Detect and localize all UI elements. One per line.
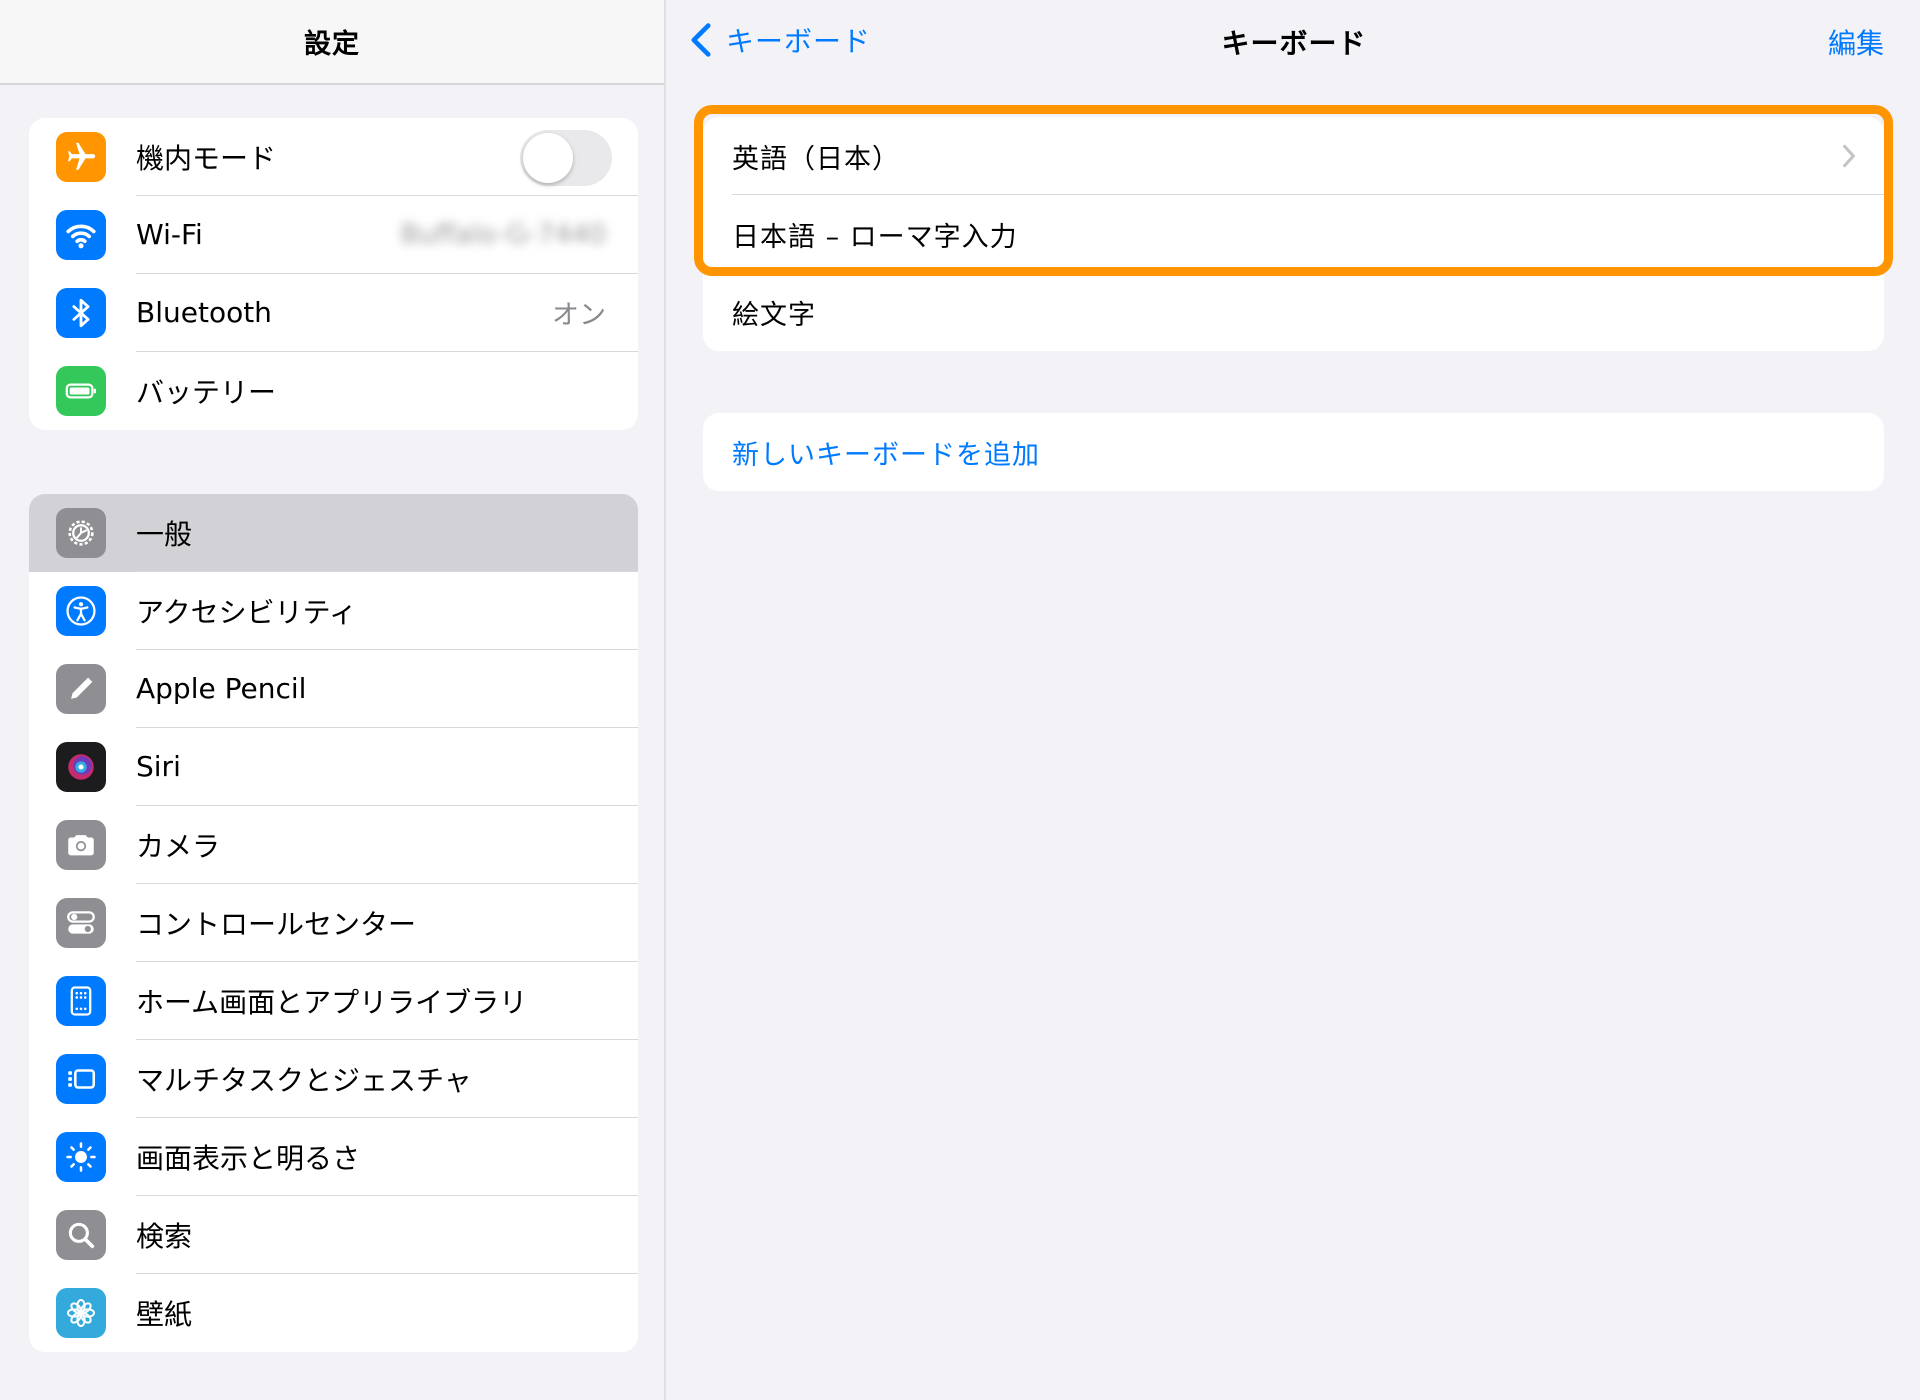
keyboards-list: 英語（日本） 日本語 – ローマ字入力 絵文字 xyxy=(703,117,1884,351)
sidebar-item-label: 機内モード xyxy=(136,141,277,175)
sidebar-item-home-screen[interactable]: ホーム画面とアプリライブラリ xyxy=(29,962,638,1040)
sidebar-item-label: バッテリー xyxy=(136,376,277,409)
home-screen-icon xyxy=(56,976,106,1026)
edit-button[interactable]: 編集 xyxy=(1828,22,1884,62)
wifi-network-name: Buffalo-G-7440 xyxy=(400,219,606,250)
sidebar-header: 設定 xyxy=(0,0,664,85)
add-keyboard-label: 新しいキーボードを追加 xyxy=(732,439,1040,471)
bluetooth-status: オン xyxy=(552,300,606,331)
keyboard-item-japanese-romaji[interactable]: 日本語 – ローマ字入力 xyxy=(703,195,1884,273)
brightness-icon xyxy=(56,1132,106,1182)
sidebar-item-control-center[interactable]: コントロールセンター xyxy=(29,884,638,962)
wallpaper-icon xyxy=(56,1288,106,1338)
bluetooth-icon xyxy=(56,288,106,338)
keyboard-item-label: 絵文字 xyxy=(732,299,816,331)
accessibility-icon xyxy=(56,586,106,636)
control-center-icon xyxy=(56,898,106,948)
sidebar-item-label: コントロールセンター xyxy=(136,907,417,941)
camera-icon xyxy=(56,820,106,870)
multitask-icon xyxy=(56,1054,106,1104)
sidebar-item-airplane-mode[interactable]: 機内モード xyxy=(29,118,638,196)
sidebar-item-label: Siri xyxy=(136,750,181,783)
siri-icon xyxy=(56,742,106,792)
sidebar-item-label: 一般 xyxy=(136,517,193,551)
system-group: 一般 アクセシビリティ Apple Pencil Siri カメラ コントロール… xyxy=(29,494,638,1352)
sidebar-item-wifi[interactable]: Wi-Fi Buffalo-G-7440 xyxy=(29,196,638,274)
sidebar-item-camera[interactable]: カメラ xyxy=(29,806,638,884)
sidebar-item-label: ホーム画面とアプリライブラリ xyxy=(136,985,528,1019)
sidebar-item-label: アクセシビリティ xyxy=(136,595,357,629)
sidebar-title: 設定 xyxy=(304,29,360,60)
sidebar-item-label: Bluetooth xyxy=(136,296,272,329)
sidebar-item-apple-pencil[interactable]: Apple Pencil xyxy=(29,650,638,728)
chevron-right-icon xyxy=(1843,144,1855,168)
sidebar-item-bluetooth[interactable]: Bluetooth オン xyxy=(29,274,638,352)
navigation-bar: キーボード キーボード 編集 xyxy=(668,0,1920,80)
sidebar-item-label: マルチタスクとジェスチャ xyxy=(136,1063,472,1097)
airplane-icon xyxy=(56,132,106,182)
toggle-knob xyxy=(523,133,573,183)
search-icon xyxy=(56,1210,106,1260)
keyboard-item-label: 日本語 – ローマ字入力 xyxy=(732,221,1018,253)
pencil-icon xyxy=(56,664,106,714)
sidebar-item-display-brightness[interactable]: 画面表示と明るさ xyxy=(29,1118,638,1196)
sidebar-item-wallpaper[interactable]: 壁紙 xyxy=(29,1274,638,1352)
sidebar-item-label: Apple Pencil xyxy=(136,672,307,705)
add-keyboard-group: 新しいキーボードを追加 xyxy=(703,413,1884,491)
keyboard-item-label: 英語（日本） xyxy=(732,143,900,175)
sidebar-item-general[interactable]: 一般 xyxy=(29,494,638,572)
keyboard-detail-pane: キーボード キーボード 編集 英語（日本） 日本語 – ローマ字入力 絵文字 新… xyxy=(668,0,1920,1400)
sidebar-item-label: カメラ xyxy=(136,829,221,863)
battery-icon xyxy=(56,366,106,416)
sidebar-item-search[interactable]: 検索 xyxy=(29,1196,638,1274)
sidebar-item-siri[interactable]: Siri xyxy=(29,728,638,806)
gear-icon xyxy=(56,508,106,558)
wifi-icon xyxy=(56,210,106,260)
add-keyboard-button[interactable]: 新しいキーボードを追加 xyxy=(703,413,1884,491)
sidebar-item-label: Wi-Fi xyxy=(136,218,203,251)
airplane-mode-toggle[interactable] xyxy=(520,130,612,186)
keyboard-item-emoji[interactable]: 絵文字 xyxy=(703,273,1884,351)
sidebar-item-label: 壁紙 xyxy=(136,1298,193,1331)
sidebar-item-label: 検索 xyxy=(136,1219,193,1253)
keyboard-item-english-japan[interactable]: 英語（日本） xyxy=(703,117,1884,195)
sidebar-item-multitasking[interactable]: マルチタスクとジェスチャ xyxy=(29,1040,638,1118)
settings-sidebar: 設定 機内モード Wi-Fi Buffalo-G-7440 Bluetooth … xyxy=(0,0,666,1400)
sidebar-item-label: 画面表示と明るさ xyxy=(136,1141,361,1175)
sidebar-item-accessibility[interactable]: アクセシビリティ xyxy=(29,572,638,650)
page-title: キーボード xyxy=(1221,27,1367,60)
sidebar-item-battery[interactable]: バッテリー xyxy=(29,352,638,430)
connectivity-group: 機内モード Wi-Fi Buffalo-G-7440 Bluetooth オン xyxy=(29,118,638,430)
